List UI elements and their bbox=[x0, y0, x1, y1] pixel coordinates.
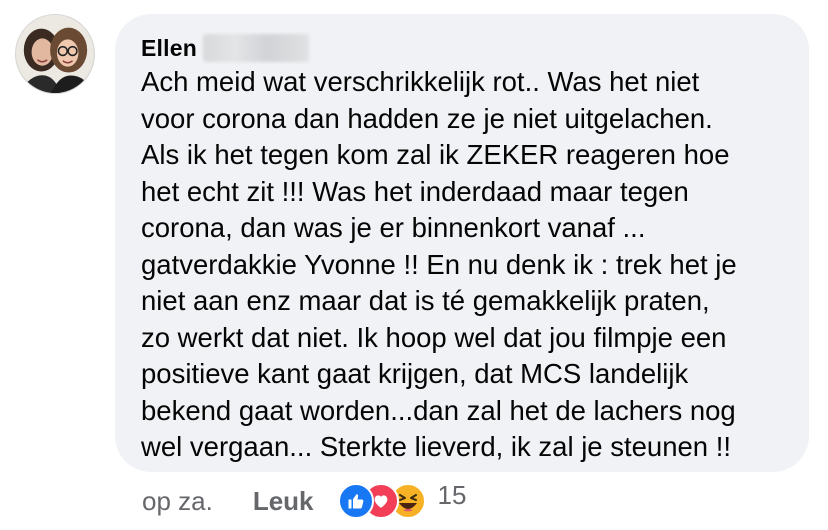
avatar[interactable] bbox=[15, 14, 95, 94]
reactions-summary[interactable]: 15 bbox=[337, 479, 467, 519]
comment-actions: op za. Leuk 15 bbox=[142, 480, 466, 522]
author-lastname-redacted bbox=[202, 34, 309, 62]
reaction-icons bbox=[337, 483, 430, 519]
timestamp[interactable]: op za. bbox=[142, 486, 213, 517]
comment: Ellen Ach meid wat verschrikkelijk rot..… bbox=[0, 0, 828, 530]
author-row: Ellen bbox=[141, 32, 785, 64]
author-name[interactable]: Ellen bbox=[141, 35, 197, 62]
like-button[interactable]: Leuk bbox=[253, 486, 314, 517]
profile-photo-icon bbox=[16, 15, 94, 93]
comment-text: Ach meid wat verschrikkelijk rot.. Was h… bbox=[141, 66, 737, 462]
reaction-count: 15 bbox=[437, 479, 467, 510]
like-icon bbox=[337, 483, 374, 519]
comment-bubble: Ellen Ach meid wat verschrikkelijk rot..… bbox=[115, 14, 809, 472]
